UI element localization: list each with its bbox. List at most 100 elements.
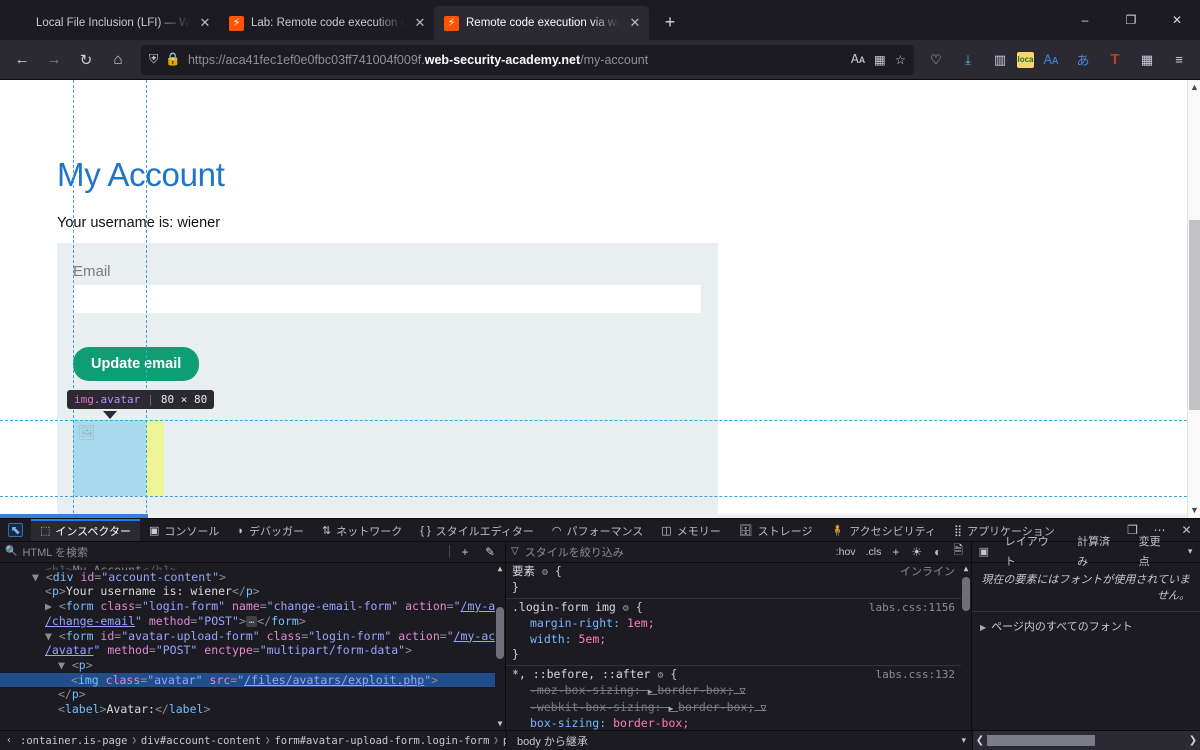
dom-scrollbar-thumb[interactable] (496, 606, 504, 659)
reload-button[interactable]: ↻ (70, 45, 102, 75)
dom-tree-line[interactable]: <img class="avatar" src="/files/avatars/… (0, 672, 505, 688)
moon-icon[interactable]: ◐ (931, 545, 944, 559)
print-media-icon[interactable]: 🗎 (950, 541, 966, 562)
star-icon[interactable]: ☆ (895, 52, 906, 67)
page-scrollbar-thumb[interactable] (1189, 220, 1200, 410)
dom-tree-line[interactable]: ▼ <form id="avatar-upload-form" class="l… (0, 629, 505, 644)
tab-layout[interactable]: レイアウト (996, 532, 1068, 572)
css-declaration[interactable]: -moz-box-sizing: ▶ border-box; ▽ (512, 683, 965, 700)
browser-tab-1[interactable]: ⚡ Lab: Remote code execution via ✕ (219, 6, 434, 40)
japanese-translate-icon[interactable]: あ (1068, 45, 1098, 75)
url-bar[interactable]: ⛨ 🔒 https://aca41fec1ef0e0fbc03ff741004f… (141, 44, 914, 75)
rules-filter-input[interactable]: スタイルを絞り込み (525, 544, 828, 560)
scrollbar-thumb[interactable] (987, 735, 1095, 747)
extensions-icon[interactable]: ▦ (1132, 45, 1162, 75)
filter-icon[interactable]: ▽ (754, 703, 766, 714)
back-button[interactable]: ← (6, 45, 38, 75)
css-property-name[interactable]: -moz-box-sizing: (530, 683, 648, 697)
rules-scrollbar[interactable]: ▲ (961, 562, 971, 731)
css-selector[interactable]: 要素 (512, 564, 542, 578)
tab-close-icon[interactable]: ✕ (412, 15, 428, 31)
tab-close-icon[interactable]: ✕ (197, 15, 213, 31)
forward-button[interactable]: → (38, 45, 70, 75)
dom-tree-line[interactable]: ▼ <p> (0, 658, 505, 673)
dom-tree-line[interactable]: /avatar" method="POST" enctype="multipar… (0, 643, 505, 658)
add-rule-button[interactable]: + (889, 545, 902, 559)
translate-icon[interactable]: 🗛 (851, 52, 865, 67)
chevron-right-icon[interactable]: ▶ (668, 704, 678, 713)
element-picker-icon[interactable]: ⬉ (0, 519, 31, 541)
css-declaration[interactable]: box-sizing: border-box; (512, 716, 965, 730)
css-property-value[interactable]: 1em; (627, 616, 655, 630)
sun-icon[interactable]: ☀ (908, 545, 925, 559)
css-rule-source[interactable]: labs.css:1156 (869, 600, 955, 616)
dom-tree-line[interactable]: </p> (0, 687, 505, 702)
css-selector[interactable]: *, ::before, ::after (512, 667, 657, 681)
scroll-left-icon[interactable]: ❮ (973, 735, 987, 746)
scroll-down-icon[interactable]: ▼ (495, 718, 505, 730)
breadcrumb-item-2[interactable]: form#avatar-upload-form.login-form (270, 735, 493, 747)
tab-performance[interactable]: ◠ パフォーマンス (543, 519, 652, 541)
dom-search-input[interactable]: HTML を検索 (22, 544, 444, 560)
scrollbar-track[interactable] (987, 735, 1186, 747)
breadcrumb-item-3[interactable]: p (499, 735, 506, 747)
home-button[interactable]: ⌂ (102, 45, 134, 75)
css-property-name[interactable]: width: (530, 632, 578, 646)
tab-accessibility[interactable]: 🧍 アクセシビリティ (821, 519, 945, 541)
scroll-up-icon[interactable]: ▲ (961, 563, 971, 575)
css-property-name[interactable]: -webkit-box-sizing: (530, 700, 668, 714)
dom-tree-line[interactable]: /change-email" method="POST">… </form> (0, 614, 505, 629)
tab-changes[interactable]: 変更点 (1130, 532, 1181, 572)
css-rule[interactable]: labs.css:132 *, ::before, ::after ⚙ {-moz… (506, 666, 971, 730)
dom-tree-line[interactable]: <h1>My Account</h1> (0, 563, 505, 570)
css-declaration[interactable]: width: 5em; (512, 632, 965, 648)
all-fonts-section[interactable]: ▶ ページ内のすべてのフォント (972, 610, 1200, 640)
dom-tree-line[interactable]: ▼ <div id="account-content"> (0, 570, 505, 585)
dom-scrollbar[interactable]: ▲ ▼ (495, 562, 505, 731)
eyedropper-icon[interactable]: ✎ (480, 545, 500, 559)
minimize-button[interactable]: – (1062, 0, 1108, 40)
overflow-caret-icon[interactable]: ▾ (1180, 546, 1200, 557)
tab-inspector[interactable]: ⬚ インスペクター (31, 519, 140, 541)
tampermonkey-icon[interactable]: T (1100, 45, 1130, 75)
css-property-value[interactable]: border-box; (613, 716, 689, 730)
dom-tree-line[interactable]: <label>Avatar:</label> (0, 702, 505, 717)
tab-console[interactable]: ▣ コンソール (140, 519, 228, 541)
tab-close-icon[interactable]: ✕ (627, 15, 643, 31)
app-menu-icon[interactable]: ≡ (1164, 45, 1194, 75)
scroll-down-icon[interactable]: ▼ (1188, 503, 1200, 518)
split-view-icon[interactable]: ▣ (972, 545, 996, 558)
translate-extension-icon[interactable]: 🗛 (1036, 45, 1066, 75)
scroll-right-icon[interactable]: ❯ (1186, 735, 1200, 746)
css-property-value[interactable]: border-box; (657, 683, 733, 697)
css-declaration[interactable]: -webkit-box-sizing: ▶ border-box; ▽ (512, 700, 965, 717)
email-input[interactable] (73, 285, 701, 313)
close-window-button[interactable]: ✕ (1154, 0, 1200, 40)
lock-icon[interactable]: 🔒 (165, 52, 181, 67)
css-selector[interactable]: .login-form img (512, 600, 623, 614)
css-property-value[interactable]: 5em; (578, 632, 606, 646)
add-node-button[interactable]: + (455, 545, 475, 559)
class-toggle-button[interactable]: .cls (864, 546, 884, 558)
css-declaration[interactable]: margin-right: 1em; (512, 616, 965, 632)
tab-memory[interactable]: ◫ メモリー (652, 519, 729, 541)
reader-mode-icon[interactable]: ▦ (874, 52, 886, 67)
scroll-up-icon[interactable]: ▲ (1188, 80, 1200, 95)
chevron-down-icon[interactable]: ▾ (961, 735, 966, 746)
hover-states-button[interactable]: :hov (834, 546, 858, 558)
browser-tab-0[interactable]: Local File Inclusion (LFI) — Web App ✕ (4, 6, 219, 40)
library-icon[interactable]: ▥ (985, 45, 1015, 75)
tab-debugger[interactable]: ◗ デバッガー (228, 519, 313, 541)
css-property-name[interactable]: margin-right: (530, 616, 627, 630)
downloads-icon[interactable]: ⤓ (953, 45, 983, 75)
browser-tab-2[interactable]: ⚡ Remote code execution via web ✕ (434, 6, 649, 40)
rules-scrollbar-thumb[interactable] (962, 576, 970, 611)
rules-list[interactable]: インライン 要素 ⚙ {} labs.css:1156 .login-form img… (506, 562, 971, 731)
breadcrumb-scroll-left[interactable]: ‹ (2, 735, 16, 746)
dom-tree-line[interactable]: ▶ <form class="login-form" name="change-… (0, 599, 505, 614)
chevron-right-icon[interactable]: ▶ (648, 687, 658, 696)
dom-tree-line[interactable]: <p>Your username is: wiener</p> (0, 584, 505, 599)
css-rule-source[interactable]: labs.css:132 (876, 667, 955, 683)
css-rule[interactable]: インライン 要素 ⚙ {} (506, 563, 971, 599)
url-text[interactable]: https://aca41fec1ef0e0fbc03ff741004f009f… (188, 53, 844, 67)
